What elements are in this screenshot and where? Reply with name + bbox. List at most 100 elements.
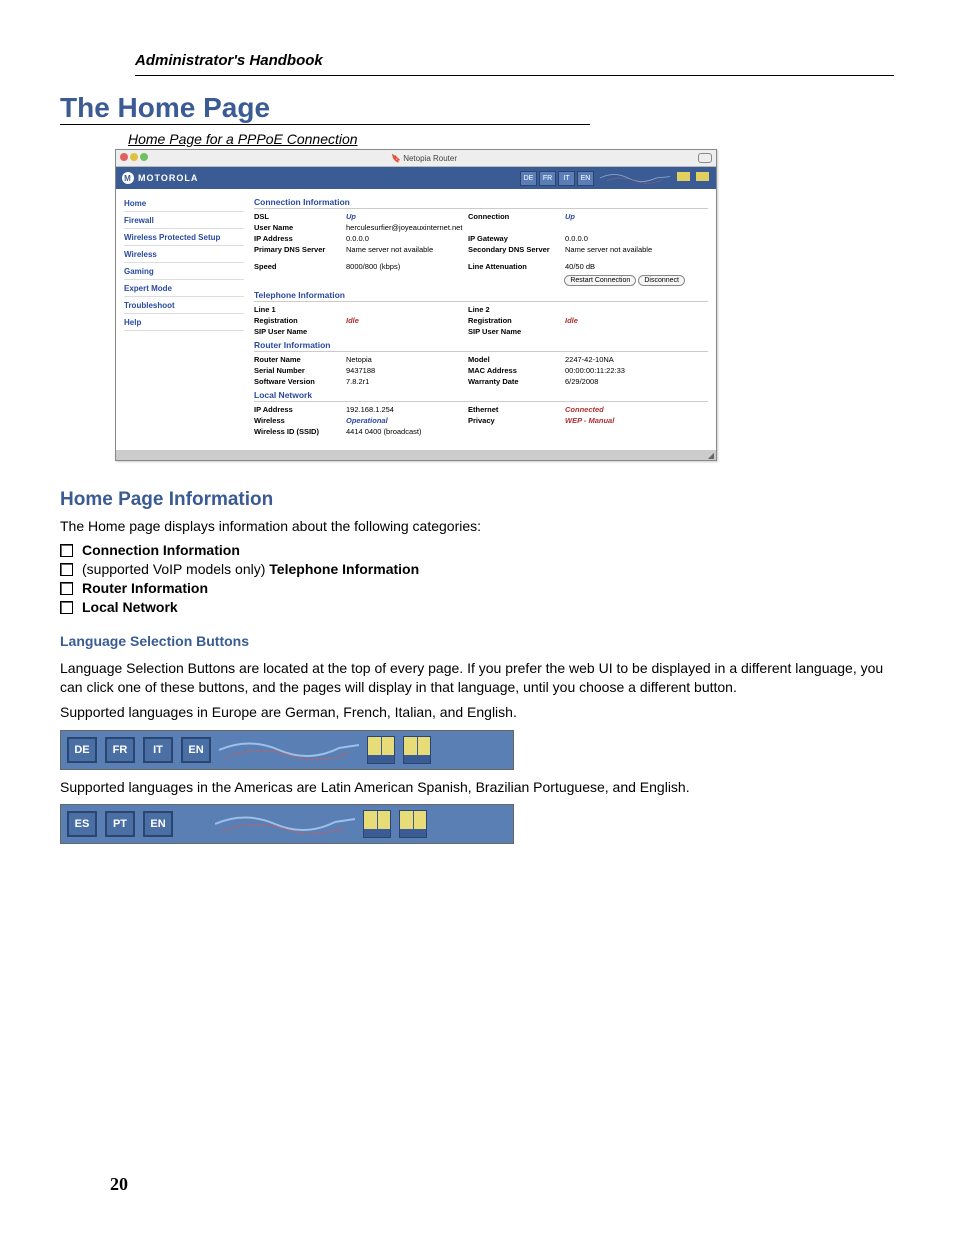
lang-buttons: DE FR IT EN xyxy=(520,171,594,186)
label: IP Address xyxy=(254,234,344,243)
disconnect-button[interactable]: Disconnect xyxy=(638,275,685,286)
label: User Name xyxy=(254,223,344,232)
figure-caption: Home Page for a PPPoE Connection xyxy=(128,131,894,147)
router-screenshot: 🔖 Netopia Router MMOTOROLA DE FR IT EN H… xyxy=(115,149,717,461)
lang-en-button[interactable]: EN xyxy=(181,737,211,763)
restart-connection-button[interactable]: Restart Connection xyxy=(564,275,636,286)
value: 00:00:00:11:22:33 xyxy=(565,366,685,375)
nav-gaming[interactable]: Gaming xyxy=(124,267,244,280)
subsection-heading: Language Selection Buttons xyxy=(60,633,894,649)
nav-expert[interactable]: Expert Mode xyxy=(124,284,244,297)
lang-it-button[interactable]: IT xyxy=(558,171,575,186)
lang-en-button[interactable]: EN xyxy=(143,811,173,837)
label: SIP User Name xyxy=(468,327,563,336)
nav-wireless[interactable]: Wireless xyxy=(124,250,244,263)
lang-de-button[interactable]: DE xyxy=(520,171,537,186)
label: Line 1 xyxy=(254,305,344,314)
value: Netopia xyxy=(346,355,466,364)
lang-fr-button[interactable]: FR xyxy=(105,737,135,763)
lang-de-button[interactable]: DE xyxy=(67,737,97,763)
swoosh-icon xyxy=(219,735,359,765)
boxes-icon xyxy=(363,810,427,838)
section-heading: Home Page Information xyxy=(60,489,894,511)
value: 40/50 dB xyxy=(565,262,685,271)
window-title: 🔖 Netopia Router xyxy=(150,154,698,163)
value: herculesurfier@joyeauxinternet.net xyxy=(346,223,685,232)
value: Idle xyxy=(346,316,466,325)
window-footer: ◢ xyxy=(116,450,716,460)
lang-banner-americas: ES PT EN xyxy=(60,804,514,844)
label: Registration xyxy=(468,316,563,325)
list-item: (supported VoIP models only) Telephone I… xyxy=(60,561,894,577)
label: IP Gateway xyxy=(468,234,563,243)
value: Name server not available xyxy=(565,245,685,254)
value: Operational xyxy=(346,416,466,425)
list-item: Connection Information xyxy=(60,542,894,558)
paragraph: Supported languages in the Americas are … xyxy=(60,778,894,797)
label: Secondary DNS Server xyxy=(468,245,563,254)
value: 0.0.0.0 xyxy=(346,234,466,243)
section-telephone: Telephone Information xyxy=(254,290,708,302)
value: Up xyxy=(346,212,466,221)
lang-es-button[interactable]: ES xyxy=(67,811,97,837)
brand-bar: MMOTOROLA DE FR IT EN xyxy=(116,167,716,189)
label: Primary DNS Server xyxy=(254,245,344,254)
value: 4414 0400 (broadcast) xyxy=(346,427,466,436)
running-header: Administrator's Handbook xyxy=(135,52,894,69)
label: Ethernet xyxy=(468,405,563,414)
nav-home[interactable]: Home xyxy=(124,199,244,212)
label: DSL xyxy=(254,212,344,221)
value: 2247-42-10NA xyxy=(565,355,685,364)
section-local: Local Network xyxy=(254,390,708,402)
value: WEP - Manual xyxy=(565,416,685,425)
label: Serial Number xyxy=(254,366,344,375)
value: Up xyxy=(565,212,685,221)
nav-help[interactable]: Help xyxy=(124,318,244,331)
label: Software Version xyxy=(254,377,344,386)
value: 7.8.2r1 xyxy=(346,377,466,386)
paragraph: Supported languages in Europe are German… xyxy=(60,703,894,722)
value: Name server not available xyxy=(346,245,466,254)
lang-it-button[interactable]: IT xyxy=(143,737,173,763)
label: Wireless ID (SSID) xyxy=(254,427,344,436)
label: IP Address xyxy=(254,405,344,414)
value: Idle xyxy=(565,316,685,325)
section-router: Router Information xyxy=(254,340,708,352)
header-swoosh-icon xyxy=(600,171,670,185)
header-rule xyxy=(135,75,894,76)
sidebar-nav: Home Firewall Wireless Protected Setup W… xyxy=(116,189,250,450)
value: Connected xyxy=(565,405,685,414)
checklist: Connection Information (supported VoIP m… xyxy=(60,542,894,615)
label: Speed xyxy=(254,262,344,271)
label: Line Attenuation xyxy=(468,262,563,271)
section-connection: Connection Information xyxy=(254,197,708,209)
value: 0.0.0.0 xyxy=(565,234,685,243)
lang-en-button[interactable]: EN xyxy=(577,171,594,186)
header-boxes-icon xyxy=(676,171,710,186)
label: Connection xyxy=(468,212,563,221)
nav-wps[interactable]: Wireless Protected Setup xyxy=(124,233,244,246)
resize-grip-icon: ◢ xyxy=(708,451,714,460)
lang-pt-button[interactable]: PT xyxy=(105,811,135,837)
lang-banner-europe: DE FR IT EN xyxy=(60,730,514,770)
paragraph: The Home page displays information about… xyxy=(60,517,894,536)
label: Privacy xyxy=(468,416,563,425)
lang-fr-button[interactable]: FR xyxy=(539,171,556,186)
label: Line 2 xyxy=(468,305,563,314)
nav-firewall[interactable]: Firewall xyxy=(124,216,244,229)
label: SIP User Name xyxy=(254,327,344,336)
paragraph: Language Selection Buttons are located a… xyxy=(60,659,894,697)
value: 8000/800 (kbps) xyxy=(346,262,466,271)
list-item: Router Information xyxy=(60,580,894,596)
value: 6/29/2008 xyxy=(565,377,685,386)
window-titlebar: 🔖 Netopia Router xyxy=(116,150,716,167)
value: 9437188 xyxy=(346,366,466,375)
brand-left: MMOTOROLA xyxy=(122,172,198,184)
label: Model xyxy=(468,355,563,364)
nav-troubleshoot[interactable]: Troubleshoot xyxy=(124,301,244,314)
swoosh-icon xyxy=(215,809,355,839)
window-pill xyxy=(698,153,712,163)
window-controls xyxy=(120,153,150,163)
boxes-icon xyxy=(367,736,431,764)
label: Warranty Date xyxy=(468,377,563,386)
